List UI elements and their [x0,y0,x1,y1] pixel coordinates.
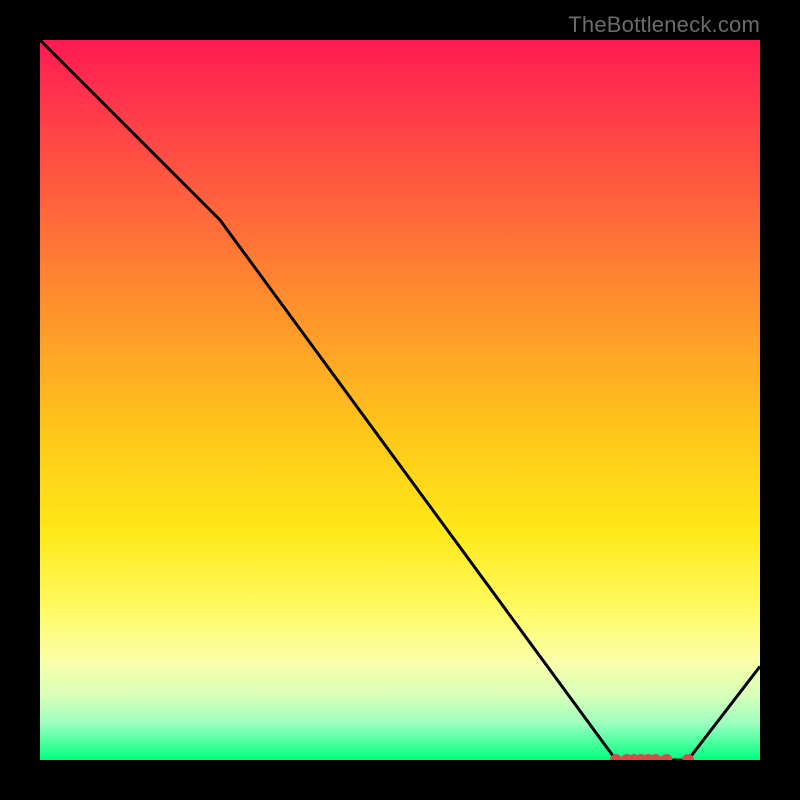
attribution-text: TheBottleneck.com [568,12,760,38]
data-point-marker [660,754,672,760]
chart-frame: TheBottleneck.com [0,0,800,800]
plot-area [40,40,760,760]
chart-svg [40,40,760,760]
line-series-curve [40,40,760,760]
